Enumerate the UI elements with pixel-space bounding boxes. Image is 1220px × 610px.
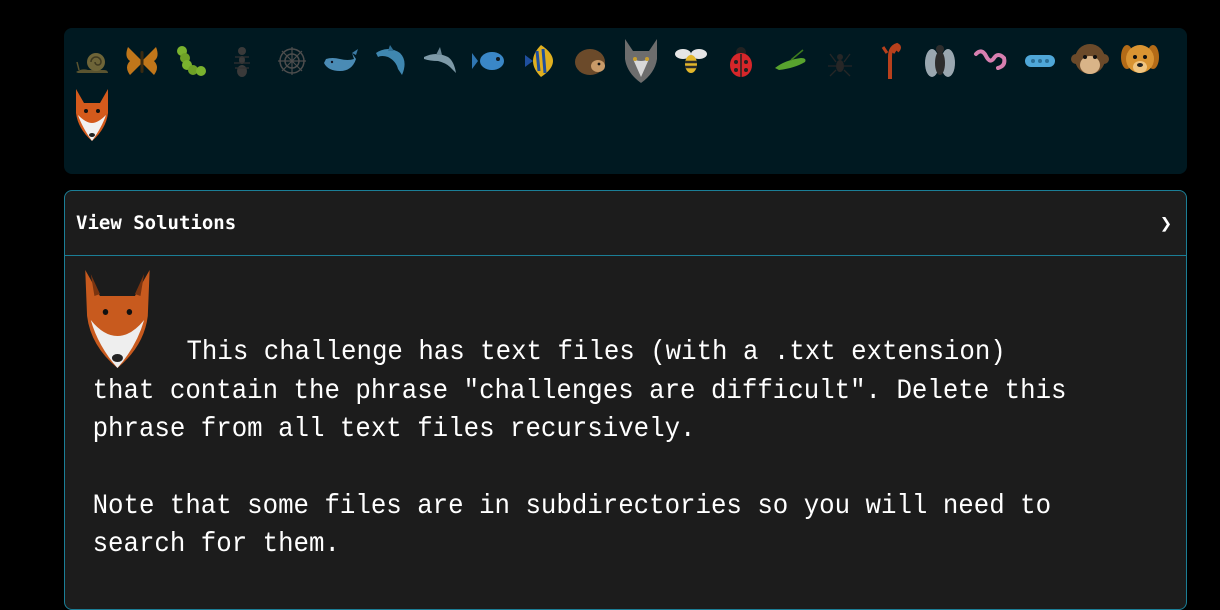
view-solutions-toggle[interactable]: View Solutions ❯ (65, 191, 1186, 256)
chevron-right-icon[interactable]: ❯ (1160, 211, 1172, 235)
spider-icon[interactable] (818, 34, 862, 88)
dolphin-icon[interactable] (369, 34, 413, 88)
animal-list (70, 34, 1181, 142)
ladybug-icon[interactable] (719, 34, 763, 88)
fox-avatar-icon (85, 270, 150, 368)
challenge-paragraph-2: Note that some files are in subdirectori… (92, 490, 1052, 561)
whale-icon[interactable] (319, 34, 363, 88)
tropical-fish-icon[interactable] (519, 34, 563, 88)
fly-icon[interactable] (918, 34, 962, 88)
monkey-icon[interactable] (1068, 34, 1112, 88)
caterpillar-icon[interactable] (170, 34, 214, 88)
hedgehog-icon[interactable] (569, 34, 613, 88)
animal-selector-bar (64, 28, 1187, 174)
spider-web-icon[interactable] (270, 34, 314, 88)
solutions-panel: View Solutions ❯ This challenge has text… (64, 190, 1187, 610)
shark-icon[interactable] (419, 34, 463, 88)
challenge-description: This challenge has text files (with a .t… (65, 256, 1096, 565)
dog-icon[interactable] (1118, 34, 1162, 88)
view-solutions-label: View Solutions (76, 212, 237, 234)
worm-icon[interactable] (968, 34, 1012, 88)
butterfly-icon[interactable] (120, 34, 164, 88)
ant-icon[interactable] (220, 34, 264, 88)
fox-icon[interactable] (70, 88, 114, 142)
fish-icon[interactable] (469, 34, 513, 88)
challenge-paragraph-1: This challenge has text files (with a .t… (92, 337, 1067, 445)
bee-icon[interactable] (669, 34, 713, 88)
snail-icon[interactable] (70, 34, 114, 88)
cricket-icon[interactable] (768, 34, 812, 88)
microbe-icon[interactable] (1018, 34, 1062, 88)
scorpion-icon[interactable] (868, 34, 912, 88)
wolf-icon[interactable] (619, 34, 663, 88)
